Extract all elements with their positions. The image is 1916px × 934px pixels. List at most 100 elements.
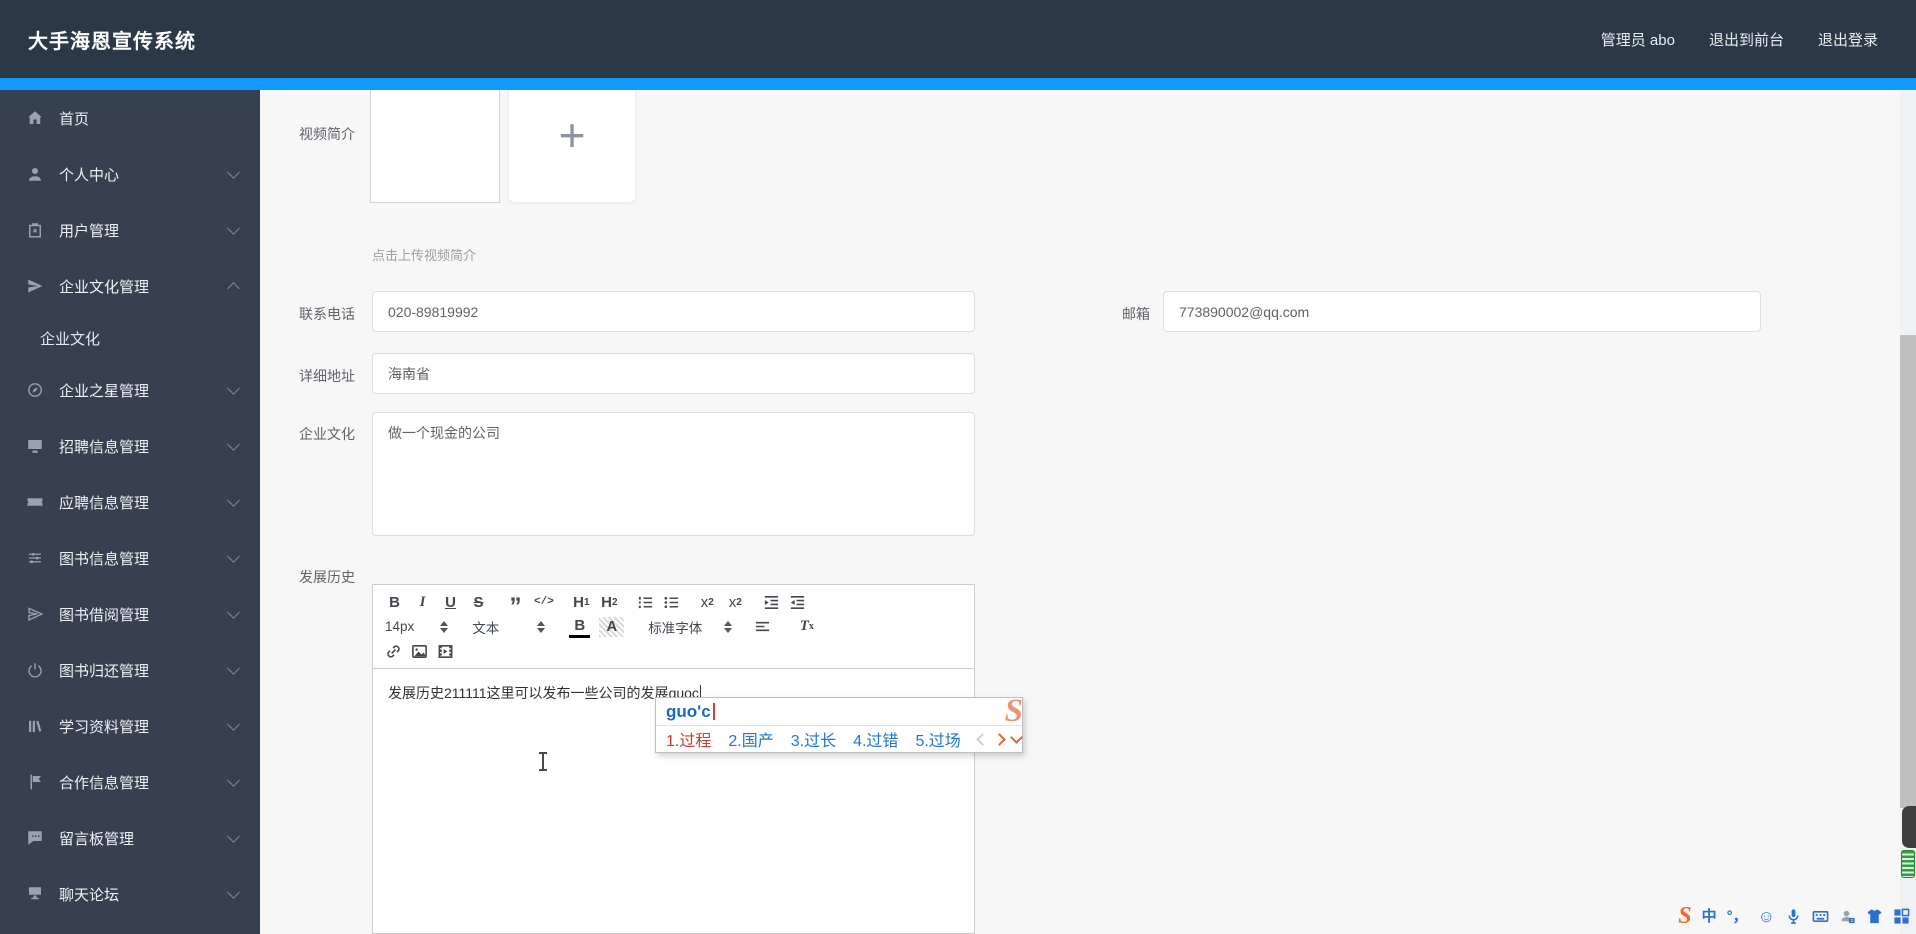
sidebar-item-book-info-management[interactable]: 图书信息管理 (0, 530, 260, 586)
text-color-button[interactable]: B (569, 615, 591, 638)
svg-text:2: 2 (1850, 918, 1853, 924)
ticket-icon (27, 498, 43, 506)
ime-candidate-window: guo'c 1.过程 2.国产 3.过长 4.过错 5.过场 S (655, 693, 1023, 753)
sidebar-item-personal-center[interactable]: 个人中心 (0, 146, 260, 202)
chevron-up-icon (227, 281, 240, 295)
floating-handle[interactable] (1902, 806, 1916, 848)
font-size-select[interactable]: 14px (385, 619, 449, 634)
code-block-button[interactable]: </> (534, 593, 554, 613)
sidebar-item-culture-management[interactable]: 企业文化管理 (0, 258, 260, 314)
ime-next-page-icon[interactable] (992, 732, 1006, 746)
header1-button[interactable]: H1 (572, 593, 591, 613)
toolbox-grid-icon[interactable] (1893, 908, 1910, 925)
ime-punctuation-toggle[interactable]: °， (1727, 909, 1748, 924)
ime-emoji-button[interactable]: ☺ (1758, 908, 1775, 925)
strikethrough-button[interactable]: S (469, 593, 488, 613)
ime-candidate-2[interactable]: 2.国产 (728, 727, 773, 751)
select-arrows-icon (440, 620, 449, 633)
sidebar-item-message-board-management[interactable]: 留言板管理 (0, 810, 260, 866)
email-input[interactable] (1163, 291, 1761, 332)
sidebar-item-home[interactable]: 首页 (0, 90, 260, 146)
compass-icon (28, 383, 42, 397)
sidebar-item-book-return-management[interactable]: 图书归还管理 (0, 642, 260, 698)
sidebar-subitem-culture[interactable]: 企业文化 (0, 314, 260, 362)
image-icon[interactable] (411, 643, 428, 660)
select-arrows-icon (724, 620, 733, 633)
chevron-down-icon (227, 829, 240, 843)
skin-shirt-icon[interactable] (1866, 908, 1883, 925)
video-upload-button[interactable]: + (508, 90, 636, 203)
ime-candidate-1[interactable]: 1.过程 (666, 727, 711, 751)
video-preview-box[interactable] (370, 90, 500, 203)
bold-button[interactable]: B (385, 593, 404, 613)
bullet-list-icon[interactable] (663, 594, 680, 611)
font-family-select[interactable]: 标准字体 (648, 617, 733, 637)
chevron-down-icon (227, 493, 240, 507)
sidebar-item-apply-management[interactable]: 应聘信息管理 (0, 474, 260, 530)
ime-candidate-5[interactable]: 5.过场 (915, 727, 960, 751)
board-icon (29, 887, 41, 900)
clipboard-icon (29, 223, 41, 238)
chevron-down-icon (227, 381, 240, 395)
phone-label: 联系电话 (299, 306, 355, 322)
ime-candidate-4[interactable]: 4.过错 (853, 727, 898, 751)
sidebar-item-star-management[interactable]: 企业之星管理 (0, 362, 260, 418)
align-icon[interactable] (754, 618, 771, 635)
text-type-select[interactable]: 文本 (472, 617, 546, 637)
send-icon (28, 279, 43, 293)
chevron-down-icon (227, 605, 240, 619)
blockquote-button[interactable]: ” (506, 588, 525, 619)
flag-icon (30, 774, 41, 790)
sidebar-item-study-material-management[interactable]: 学习资料管理 (0, 698, 260, 754)
phone-input[interactable] (372, 291, 975, 332)
microphone-icon[interactable] (1785, 908, 1802, 925)
logout-link[interactable]: 退出登录 (1818, 29, 1878, 50)
ime-language-toggle[interactable]: 中 (1702, 909, 1717, 924)
chevron-down-icon (227, 661, 240, 675)
ime-candidate-row: 1.过程 2.国产 3.过长 4.过错 5.过场 (656, 726, 1023, 752)
books-icon (29, 720, 42, 732)
ime-prev-page-icon[interactable] (975, 732, 989, 746)
ordered-list-icon[interactable] (637, 594, 654, 611)
power-icon (28, 663, 42, 678)
ime-pinyin: guo'c (666, 701, 711, 721)
exit-to-front-link[interactable]: 退出到前台 (1709, 29, 1784, 50)
clear-format-button[interactable]: Tx (797, 617, 816, 637)
sogou-logo[interactable]: S (1678, 904, 1691, 928)
outdent-icon[interactable] (763, 594, 780, 611)
address-label: 详细地址 (299, 368, 355, 384)
sidebar-item-cooperation-management[interactable]: 合作信息管理 (0, 754, 260, 810)
keyboard-icon[interactable] (1812, 908, 1829, 925)
ime-candidate-3[interactable]: 3.过长 (791, 727, 836, 751)
sidebar-item-book-borrow-management[interactable]: 图书借阅管理 (0, 586, 260, 642)
sidebar-item-user-management[interactable]: 用户管理 (0, 202, 260, 258)
chevron-down-icon (227, 221, 240, 235)
editor-toolbar: B I U S ” </> H1 H2 x2 x 2 14px 文本 B A 标… (373, 585, 974, 669)
culture-label: 企业文化 (299, 426, 355, 442)
culture-textarea[interactable]: 做一个现金的公司 (372, 412, 975, 536)
floating-green-indicator[interactable] (1901, 850, 1915, 878)
indent-icon[interactable] (789, 594, 806, 611)
underline-button[interactable]: U (441, 593, 460, 613)
accent-bar (0, 78, 1916, 90)
header2-button[interactable]: H2 (600, 593, 619, 613)
history-text: 发展历史211111这里可以发布一些公司的发展 (388, 685, 669, 701)
chevron-down-icon (227, 549, 240, 563)
account-icon[interactable]: 2 (1839, 908, 1856, 925)
address-input[interactable] (372, 353, 975, 394)
send-outline-icon (28, 607, 44, 622)
sidebar-item-chat-forum[interactable]: 聊天论坛 (0, 866, 260, 922)
subscript-button[interactable]: x2 (698, 593, 717, 613)
superscript-button[interactable]: x2 (726, 593, 745, 613)
sidebar-item-recruit-management[interactable]: 招聘信息管理 (0, 418, 260, 474)
chevron-down-icon (227, 437, 240, 451)
chevron-down-icon (227, 165, 240, 179)
admin-user-link[interactable]: 管理员 abo (1601, 29, 1675, 50)
scrollbar-thumb[interactable] (1900, 335, 1916, 808)
video-icon[interactable] (437, 643, 454, 660)
ime-expand-icon[interactable] (1009, 731, 1023, 744)
link-icon[interactable] (385, 643, 402, 660)
highlight-color-button[interactable]: A (599, 616, 625, 637)
italic-button[interactable]: I (413, 593, 432, 613)
rich-text-editor: B I U S ” </> H1 H2 x2 x 2 14px 文本 B A 标… (372, 584, 975, 934)
